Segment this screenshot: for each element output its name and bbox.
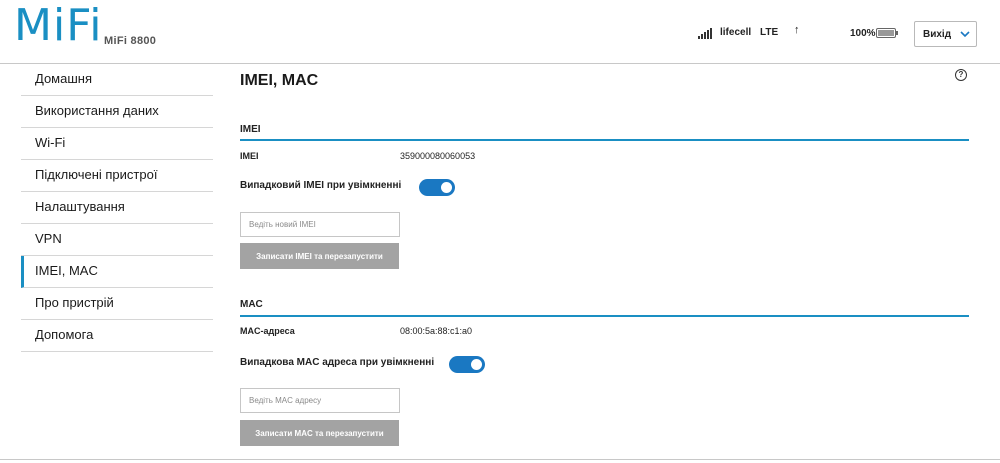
- logout-label: Вихід: [923, 29, 952, 40]
- write-imei-restart-button[interactable]: Записати IMEI та перезапустити: [240, 243, 399, 269]
- mac-section-divider: [240, 315, 969, 317]
- imei-section-divider: [240, 139, 969, 141]
- chevron-down-icon: [960, 31, 970, 38]
- new-mac-input[interactable]: [240, 388, 400, 413]
- sidebar-item-vpn[interactable]: VPN: [21, 224, 213, 256]
- battery-fill: [878, 30, 894, 36]
- random-imei-toggle[interactable]: [419, 179, 455, 196]
- page-title: IMEI, MAC: [240, 72, 319, 89]
- imei-label: IMEI: [240, 151, 259, 161]
- signal-bars-icon: [698, 27, 714, 39]
- random-mac-toggle[interactable]: [449, 356, 485, 373]
- mac-address-value: 08:00:5a:88:c1:a0: [400, 326, 473, 336]
- sidebar-item-connected-devices[interactable]: Підключені пристрої: [21, 160, 213, 192]
- new-imei-input[interactable]: [240, 212, 400, 237]
- sidebar-item-home[interactable]: Домашня: [21, 64, 213, 96]
- logout-dropdown[interactable]: Вихід: [914, 21, 977, 47]
- upload-arrow-icon: ↑: [794, 24, 800, 36]
- mac-section-title: MAC: [240, 299, 263, 310]
- imei-section-title: IMEI: [240, 124, 261, 135]
- help-icon[interactable]: ?: [955, 69, 967, 81]
- brand-logo: MiFi: [14, 0, 103, 51]
- sidebar-item-imei-mac[interactable]: IMEI, MAC: [21, 256, 213, 288]
- carrier-name: lifecell: [720, 27, 752, 38]
- battery-percent: 100%: [850, 28, 876, 39]
- device-model: MiFi 8800: [104, 35, 157, 47]
- network-type: LTE: [760, 27, 779, 38]
- sidebar-item-help[interactable]: Допомога: [21, 320, 213, 352]
- random-mac-label: Випадкова MAC адреса при увімкненні: [240, 357, 435, 368]
- sidebar-item-data-usage[interactable]: Використання даних: [21, 96, 213, 128]
- top-bar: MiFi MiFi 8800 lifecell LTE ↑ 100% Вихід: [0, 0, 1000, 64]
- battery-icon: [876, 28, 898, 38]
- mac-address-label: MAC-адреса: [240, 326, 295, 336]
- sidebar-item-wifi[interactable]: Wi-Fi: [21, 128, 213, 160]
- footer-divider: [0, 459, 1000, 460]
- write-mac-restart-button[interactable]: Записати MAC та перезапустити: [240, 420, 399, 446]
- sidebar-nav: Домашня Використання даних Wi-Fi Підключ…: [21, 64, 213, 352]
- toggle-knob: [471, 359, 482, 370]
- random-imei-label: Випадковий IMEI при увімкненні: [240, 180, 402, 191]
- sidebar-item-about[interactable]: Про пристрій: [21, 288, 213, 320]
- toggle-knob: [441, 182, 452, 193]
- imei-value: 359000080060053: [400, 151, 476, 161]
- sidebar-item-settings[interactable]: Налаштування: [21, 192, 213, 224]
